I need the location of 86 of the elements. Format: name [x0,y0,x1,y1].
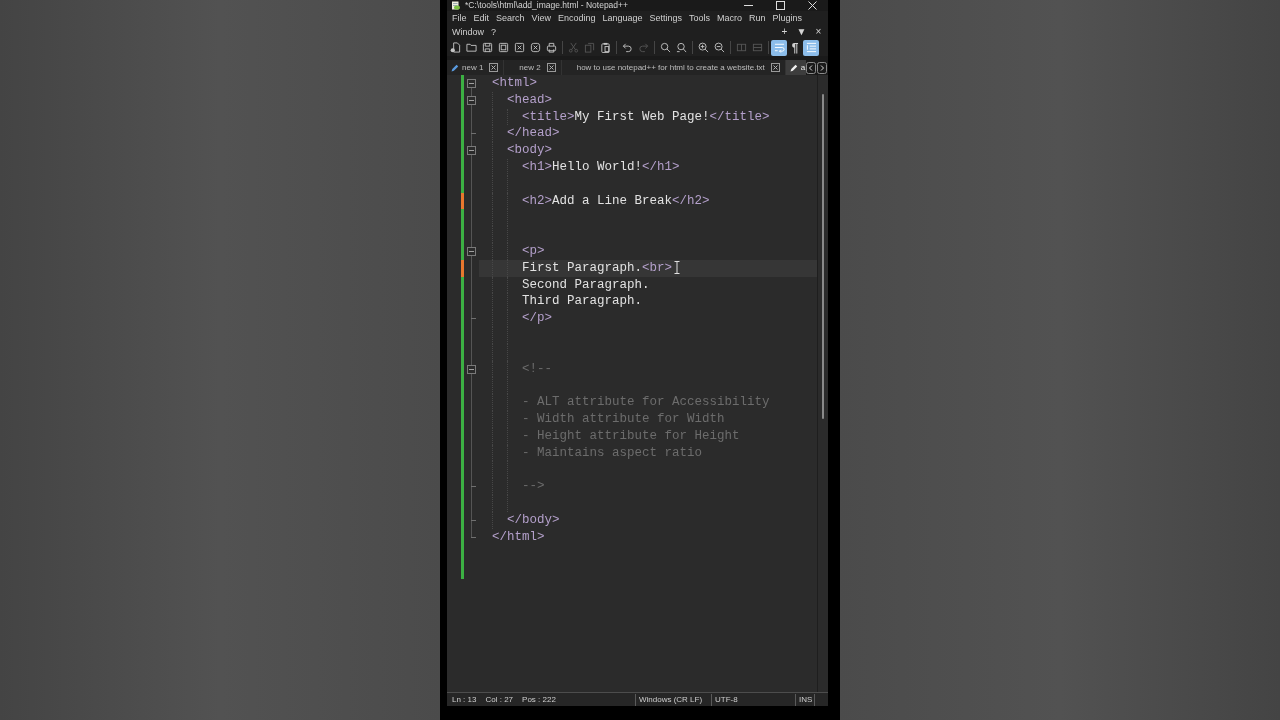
pencil-icon [451,63,459,72]
toolbar-button[interactable]: ¶ [787,39,803,56]
fold-toggle-icon[interactable] [467,79,476,88]
code-line: <title>My First Web Page!</title> [522,108,770,126]
close-tab-icon[interactable] [546,63,556,72]
code-line: <head> [507,91,552,109]
code-line: --> [522,478,545,495]
code-line: First Paragraph.<br> [522,259,673,277]
tab[interactable]: new 2 [504,60,562,75]
menu-item[interactable]: ? [491,25,497,39]
tab[interactable]: how to use notepad++ for html to create a website.txt [561,60,786,75]
cursor-line: Ln : 13 [452,693,477,706]
dropdown-button[interactable]: ▼ [793,25,810,39]
code-line: Third Paragraph. [522,293,643,311]
zoom-out-icon [713,42,725,53]
undo-icon [621,42,633,53]
new-file-icon [449,42,461,53]
menu-item[interactable]: Plugins [772,11,803,25]
add-button[interactable]: + [776,25,793,39]
menu-item[interactable]: Tools [689,11,711,25]
window-title: *C:\tools\html\add_image.html - Notepad++ [465,0,628,11]
folder-icon [465,42,477,53]
menu-item[interactable]: Search [496,11,525,25]
code-line: </head> [507,125,560,143]
notepad-app-icon [451,1,460,10]
menu-item[interactable]: View [531,11,551,25]
code-line: - Maintains aspect ratio [522,444,703,462]
save-icon [481,42,493,53]
cursor-column: Col : 27 [485,693,514,706]
code-line: <h2>Add a Line Break</h2> [522,192,710,210]
text-cursor-icon [674,260,681,274]
scissors-icon [567,42,579,53]
chevron-left-icon[interactable] [806,61,816,74]
toolbar-button[interactable] [771,39,787,56]
search-replace-icon [675,42,687,53]
menu-item[interactable]: Macro [717,11,743,25]
code-line: <!-- [522,360,552,378]
indent-guide-icon [805,42,817,53]
code-line: <p> [522,242,545,260]
line-ending: Windows (CR LF) [635,693,711,706]
close-all-icon [529,42,541,53]
close-button[interactable]: × [810,25,827,39]
zoom-in-icon [697,42,709,53]
menu-item[interactable]: Run [749,11,766,25]
fold-toggle-icon[interactable] [467,95,476,105]
encoding: UTF-8 [711,693,795,706]
close-tab-icon[interactable] [770,63,780,72]
redo-icon [637,42,649,53]
close-tab-icon[interactable] [489,63,499,72]
save-all-icon [497,42,509,53]
fold-toggle-icon[interactable] [467,364,476,374]
pencil-icon [789,63,798,72]
clipboard-icon [599,42,611,53]
code-line: <html> [492,75,537,92]
fold-toggle-icon[interactable] [467,146,476,156]
code-line: <body> [507,142,552,159]
print-icon [545,42,557,53]
tab[interactable]: new 1 [447,60,505,75]
menu-item[interactable]: Language [602,11,643,25]
fold-toggle-icon[interactable] [467,246,476,256]
maximize-icon[interactable] [775,1,785,10]
copy-icon [583,42,595,53]
code-line: - Width attribute for Width [522,410,725,428]
code-line: - ALT attribute for Accessibility [522,394,770,411]
menu-item[interactable]: Edit [473,11,490,25]
toolbar-button[interactable] [803,39,819,56]
code-line: </body> [507,511,560,529]
insert-mode: INS [795,693,815,706]
word-wrap-icon [773,42,785,53]
menu-item[interactable]: File [452,11,467,25]
code-line: <h1>Hello World!</h1> [522,159,680,176]
chevron-right-icon[interactable] [817,61,827,74]
cursor-offset: Pos : 222 [522,693,556,706]
menu-item[interactable]: Encoding [557,11,596,25]
code-line: </p> [522,310,552,327]
menu-item[interactable]: Settings [649,11,683,25]
split-panel-icon [735,42,747,53]
scrollbar-thumb[interactable] [822,94,824,419]
menu-item[interactable]: Window [452,25,484,39]
code-line: - Height attribute for Height [522,427,740,445]
close-file-icon [513,42,525,53]
code-line: </html> [492,528,545,546]
close-icon[interactable] [807,1,817,10]
split-panel-icon [751,42,763,53]
search-icon [659,42,671,53]
code-line: Second Paragraph. [522,276,650,294]
